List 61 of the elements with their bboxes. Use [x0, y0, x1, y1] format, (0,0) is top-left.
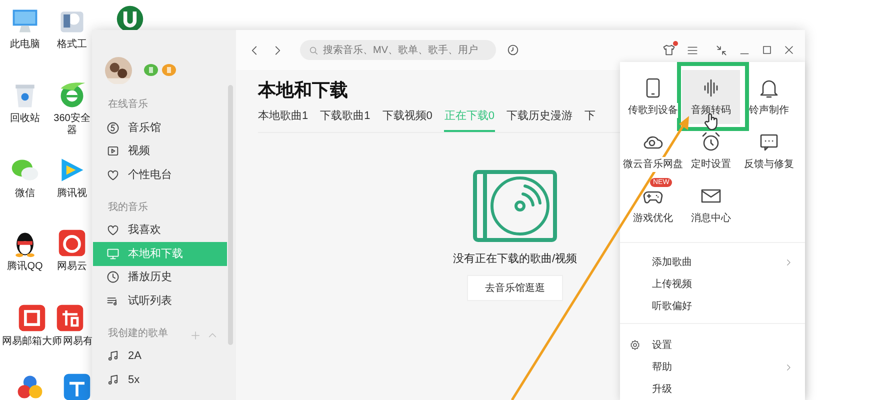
tab[interactable]: 下: [584, 108, 596, 132]
desktop-icon-label: 器: [67, 124, 77, 136]
shirt-icon[interactable]: [662, 43, 676, 57]
chevron-right-icon: [784, 258, 793, 266]
tab[interactable]: 下载视频0: [382, 108, 432, 132]
desktop-icon-label: 网易云: [57, 261, 87, 272]
clock-icon: [106, 270, 120, 284]
disc-case-icon: [473, 170, 557, 242]
search-field[interactable]: 搜索音乐、MV、歌单、歌手、用户: [300, 40, 496, 60]
tool-item[interactable]: 音频转码: [682, 70, 740, 124]
monitor-icon: [106, 246, 120, 261]
page-title: 本地和下载: [258, 79, 348, 102]
menu-item[interactable]: 升级: [620, 378, 805, 400]
desktop-icon-label: 腾讯QQ: [7, 261, 43, 272]
level-badge-icon[interactable]: [144, 64, 158, 76]
desktop-icon-label: 360安全: [54, 113, 90, 124]
tab[interactable]: 本地歌曲1: [258, 108, 308, 132]
tab[interactable]: 下载历史漫游: [506, 108, 572, 132]
desktop-icon-label: 网易邮箱大师: [2, 336, 62, 348]
heart-icon: [106, 168, 120, 182]
desktop-icon-label: 此电脑: [10, 39, 40, 50]
menu-item[interactable]: 设置: [620, 334, 805, 356]
tab[interactable]: 下载歌曲1: [320, 108, 370, 132]
sidebar-item[interactable]: 播放历史: [93, 266, 227, 289]
close-icon[interactable]: [783, 44, 795, 56]
history-icon[interactable]: [506, 43, 520, 57]
sidebar-item[interactable]: 2A: [93, 344, 227, 368]
desktop-icon-label: 格式工: [57, 39, 87, 50]
heart-icon: [106, 223, 120, 238]
go-button[interactable]: 去音乐馆逛逛: [467, 275, 563, 301]
chevron-right-icon: [784, 362, 793, 372]
music-note-icon: [106, 349, 120, 364]
section-title: 我创建的歌单: [108, 326, 168, 340]
sidebar-item[interactable]: 视频: [93, 140, 227, 163]
section-title: 我的音乐: [108, 200, 148, 214]
sidebar-item[interactable]: 我喜欢: [93, 218, 227, 242]
desktop-icon-label: 网易有: [63, 336, 93, 348]
menu-item[interactable]: 上传视频: [620, 273, 805, 295]
search-icon: [308, 44, 319, 56]
play-icon: [106, 144, 120, 158]
music-disc-icon: [106, 120, 120, 135]
desktop-icon-label: 微信: [15, 188, 35, 200]
sidebar-item[interactable]: 5x: [93, 368, 227, 392]
highlight-frame: [677, 62, 749, 131]
menu-item[interactable]: 添加歌曲: [620, 251, 805, 273]
menu-item[interactable]: 帮助: [620, 356, 805, 378]
sidebar-item[interactable]: 音乐馆: [93, 116, 227, 140]
sidebar-item[interactable]: 个性电台: [93, 163, 227, 186]
section-title: 在线音乐: [108, 98, 148, 112]
desktop-icon-label: 回收站: [10, 113, 40, 124]
maximize-icon[interactable]: [761, 44, 773, 56]
hand-cursor-icon: [704, 113, 718, 130]
menu-item[interactable]: 听歌偏好: [620, 295, 805, 317]
sidebar-item[interactable]: 试听列表: [93, 289, 227, 312]
avatar[interactable]: [105, 56, 132, 84]
empty-message: 没有正在下载的歌曲/视频: [452, 252, 578, 266]
scrollbar[interactable]: [228, 85, 233, 345]
music-note-icon: [106, 372, 120, 387]
desktop-icon-label: 腾讯视: [57, 188, 87, 200]
settings-icon: [629, 339, 641, 351]
mini-mode-icon[interactable]: [715, 44, 728, 56]
